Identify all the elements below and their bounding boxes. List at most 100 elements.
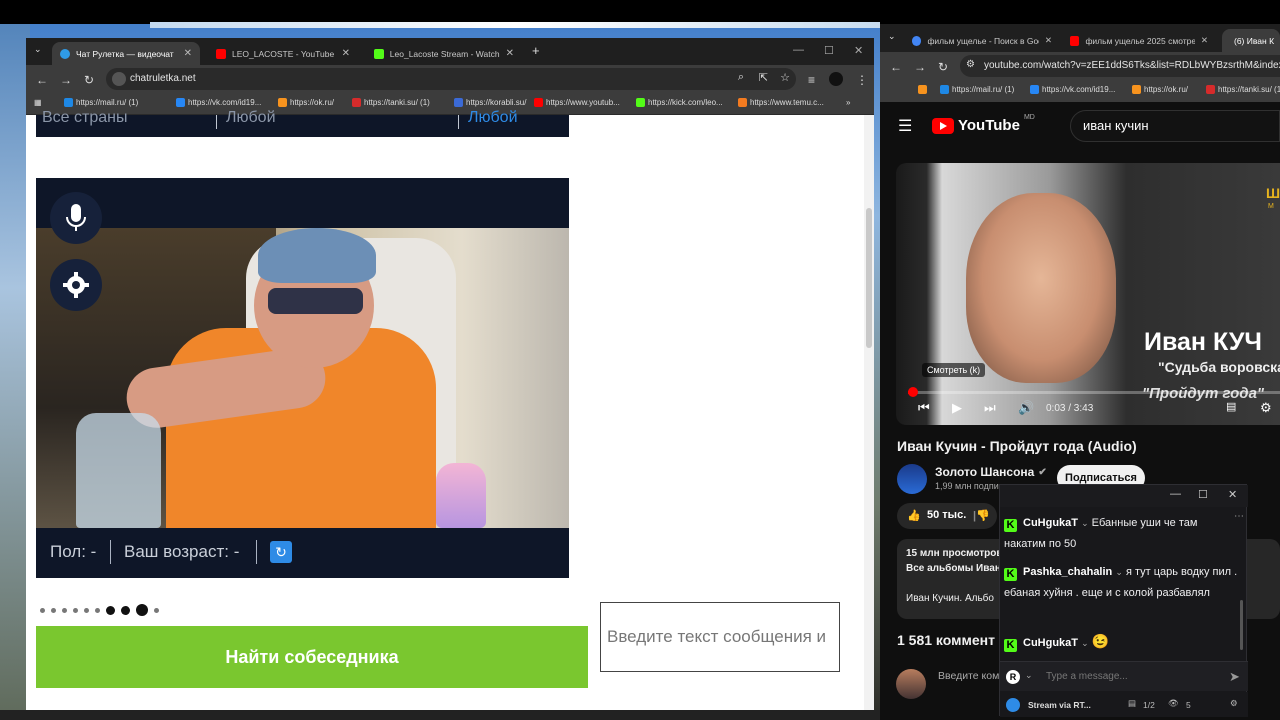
settings-button[interactable]	[50, 259, 102, 311]
close-tab-icon[interactable]: ✕	[1045, 35, 1052, 46]
bookmark-item[interactable]: https://vk.com/id19...	[176, 98, 261, 107]
bookmark-item[interactable]: https://www.temu.c...	[738, 98, 824, 107]
chat-scrollbar[interactable]	[1240, 600, 1243, 650]
chat-message: K CuHgukaT ⌄ Ебанные уши че там накатим п…	[1004, 517, 1198, 550]
send-icon[interactable]: ➤	[1229, 669, 1240, 685]
tanki-icon	[1206, 85, 1215, 94]
tab-ivan-kuchin[interactable]: (6) Иван К	[1222, 29, 1280, 52]
site-info-icon[interactable]: ⚙	[966, 59, 975, 70]
close-tab-icon[interactable]: ✕	[342, 48, 350, 59]
site-info-icon[interactable]	[112, 72, 126, 86]
minimize-icon[interactable]: —	[1170, 488, 1181, 500]
profile-avatar[interactable]	[829, 72, 843, 86]
tab-leo-youtube[interactable]: LEO_LACOSTE - YouTube ✕	[208, 42, 358, 65]
subtitles-icon[interactable]: ▤	[1226, 400, 1236, 413]
apps-grid-icon[interactable]: ▦	[34, 98, 42, 107]
more-bookmarks-icon[interactable]: »	[846, 98, 850, 107]
video-player[interactable]: Иван КУЧ "Судьба воровская" "Пройдут год…	[896, 163, 1280, 425]
tab-chatruletka[interactable]: Чат Рулетка — видеочат с ✕	[52, 42, 200, 65]
temu-icon	[738, 98, 747, 107]
reload-icon[interactable]: ↻	[84, 73, 94, 87]
minimize-icon[interactable]: —	[793, 44, 804, 56]
close-window-icon[interactable]: ✕	[854, 44, 863, 57]
bookmark-item[interactable]: https://kick.com/leo...	[636, 98, 723, 107]
thumbs-down-icon[interactable]: |👎	[973, 509, 990, 522]
bookmark-item[interactable]: https://tanki.su/ (1)	[352, 98, 430, 107]
tab-search-chevron-icon[interactable]: ⌄	[888, 31, 896, 42]
bookmark-item[interactable]: https://www.youtub...	[534, 98, 620, 107]
kick-badge-icon: K	[1004, 639, 1017, 652]
bookmark-star-icon[interactable]: ☆	[780, 71, 790, 84]
find-partner-button[interactable]: Найти собеседника	[36, 626, 588, 688]
youtube-icon	[534, 98, 543, 107]
age-filter[interactable]: Любой	[468, 109, 518, 127]
bookmark-item[interactable]	[918, 85, 927, 94]
close-tab-icon[interactable]: ✕	[184, 48, 192, 59]
share-icon[interactable]: ⇱	[759, 71, 768, 84]
scrollbar[interactable]	[864, 115, 874, 710]
previous-icon[interactable]: ⏮	[918, 400, 930, 416]
chevron-down-icon[interactable]: ⌄	[1115, 567, 1123, 577]
new-tab-button[interactable]: +	[532, 43, 540, 58]
tab-film[interactable]: фильм ущелье 2025 смотреть ✕	[1064, 29, 1214, 52]
forward-icon[interactable]: →	[60, 73, 72, 87]
ok-icon	[918, 85, 927, 94]
progress-bar[interactable]	[908, 387, 1280, 397]
chevron-down-icon[interactable]: ⌄	[1081, 638, 1089, 648]
gear-icon[interactable]: ⚙	[1230, 698, 1238, 709]
close-tab-icon[interactable]: ✕	[1201, 35, 1208, 46]
tab-title: фильм ущелье 2025 смотреть	[1085, 35, 1195, 46]
back-icon[interactable]: ←	[36, 73, 48, 87]
microphone-button[interactable]	[50, 192, 102, 244]
back-icon[interactable]: ←	[890, 60, 902, 74]
youtube-play-icon	[932, 117, 954, 134]
youtube-search-input[interactable]: иван кучин	[1070, 110, 1280, 142]
bookmark-item[interactable]: https://ok.ru/	[278, 98, 334, 107]
url-field[interactable]: ⚙ youtube.com/watch?v=zEE1ddS6Tks&list=R…	[960, 55, 1280, 77]
reload-icon[interactable]: ↻	[938, 60, 948, 74]
bookmark-item[interactable]: https://ok.ru/	[1132, 85, 1188, 94]
like-button[interactable]: 👍 50 тыс. |👎	[897, 503, 997, 529]
volume-icon[interactable]: 🔊	[1018, 400, 1034, 416]
chevron-down-icon[interactable]: ⌄	[1081, 518, 1089, 528]
tab-search-chevron-icon[interactable]: ⌄	[34, 44, 42, 55]
bookmark-item[interactable]: https://vk.com/id19...	[1030, 85, 1115, 94]
close-window-icon[interactable]: ✕	[1228, 488, 1237, 501]
hamburger-menu-icon[interactable]: ☰	[898, 116, 912, 136]
chevron-down-icon[interactable]: ⌄	[1025, 670, 1033, 681]
webcam-image	[36, 228, 569, 528]
video-title: Иван Кучин - Пройдут года (Audio)	[897, 438, 1137, 454]
tab-leo-kick[interactable]: Leo_Lacoste Stream - Watch Liv ✕	[366, 42, 522, 65]
maximize-icon[interactable]: ☐	[1198, 488, 1208, 501]
youtube-logo[interactable]: YouTube MD	[932, 114, 1035, 134]
gender-filter[interactable]: Любой	[226, 109, 276, 127]
close-tab-icon[interactable]: ✕	[506, 48, 514, 59]
message-input[interactable]: Введите текст сообщения и	[600, 602, 840, 672]
user-avatar	[896, 669, 926, 699]
maximize-icon[interactable]: ☐	[824, 44, 834, 57]
microphone-icon	[66, 204, 86, 231]
bookmark-item[interactable]: https://korabli.su/	[454, 98, 526, 107]
channel-avatar[interactable]	[897, 464, 927, 494]
next-icon[interactable]: ⏭	[984, 400, 996, 416]
channel-name[interactable]: Золото Шансона ✔	[935, 465, 1047, 479]
vk-icon	[1030, 85, 1039, 94]
url-field[interactable]: chatruletka.net ⌕ ⇱ ☆	[106, 68, 796, 90]
chat-message-input[interactable]: Type a message...	[1046, 671, 1128, 682]
media-control-icon[interactable]: ≡	[808, 73, 815, 87]
zoom-icon[interactable]: ⌕	[738, 71, 744, 84]
tab-google-search[interactable]: фильм ущелье - Поиск в Googl ✕	[906, 29, 1058, 52]
menu-kebab-icon[interactable]: ⋮	[856, 73, 868, 87]
refresh-icon[interactable]: ↻	[270, 541, 292, 563]
settings-gear-icon[interactable]: ⚙	[1260, 400, 1272, 416]
bookmark-item[interactable]: https://tanki.su/ (1)	[1206, 85, 1280, 94]
bookmark-item[interactable]: https://mail.ru/ (1)	[64, 98, 138, 107]
country-filter[interactable]: Все страны	[42, 109, 127, 127]
forward-icon[interactable]: →	[914, 60, 926, 74]
view-count: 15 млн просмотров	[906, 548, 1003, 559]
kick-favicon-icon	[374, 48, 384, 59]
scrollbar-thumb[interactable]	[866, 208, 872, 348]
bookmark-item[interactable]: https://mail.ru/ (1)	[940, 85, 1014, 94]
play-icon[interactable]: ▶	[952, 400, 962, 416]
comment-input[interactable]: Введите ком	[938, 670, 999, 682]
